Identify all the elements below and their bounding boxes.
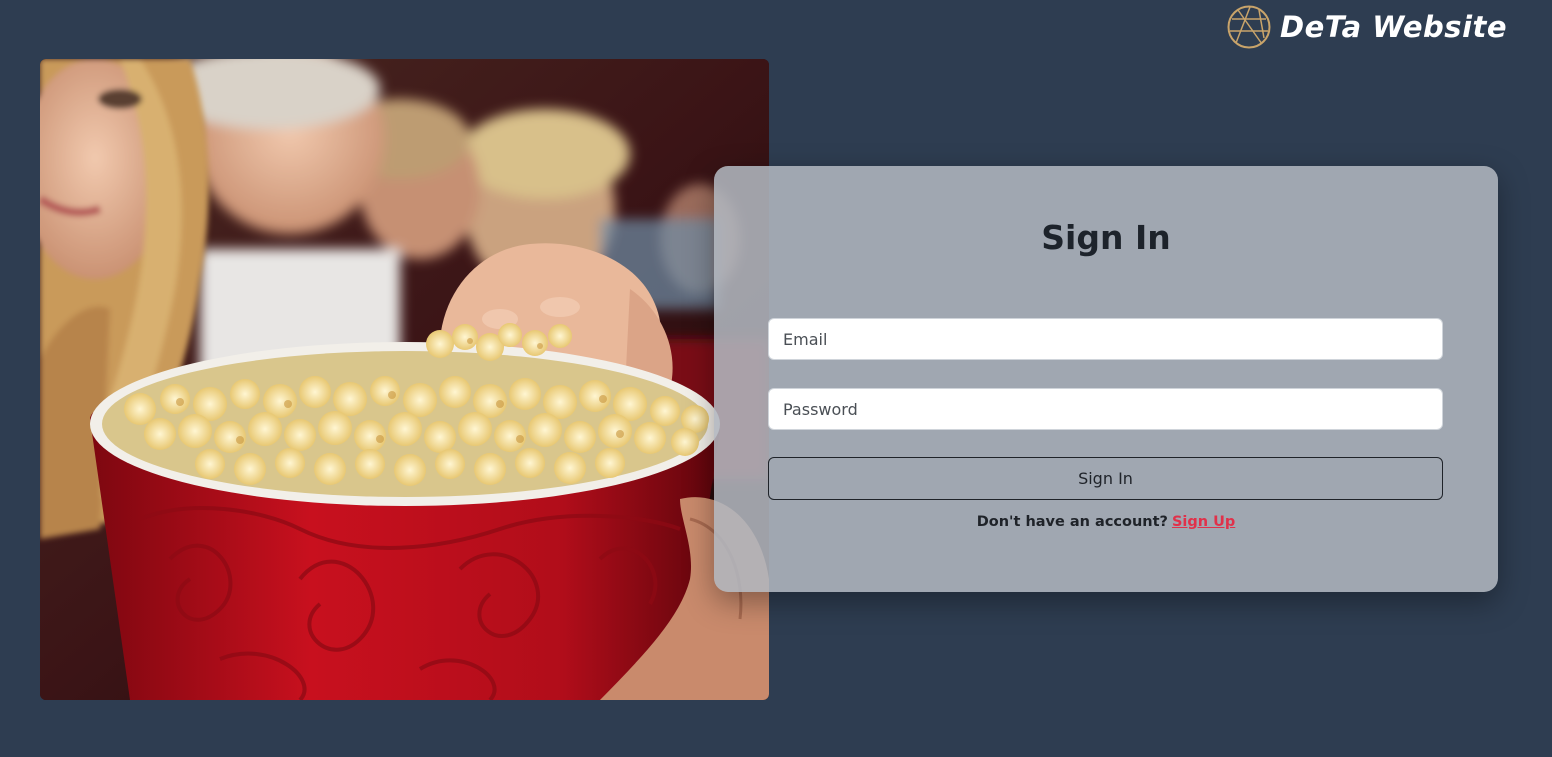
globe-icon [1226,4,1272,50]
sign-in-page: DeTa Website Sign In Email Sign In Don't… [0,0,1552,757]
signup-prompt: Don't have an account? Sign Up [714,514,1498,530]
brand-name: DeTa Website [1280,10,1508,44]
page-title: Sign In [1041,218,1171,257]
brand-logo[interactable]: DeTa Website [1226,4,1507,50]
signup-prompt-text: Don't have an account? [976,514,1168,530]
popcorn-cinema-photo [40,59,769,700]
hero-image [40,59,769,700]
sign-in-button[interactable]: Sign In [768,457,1443,500]
sign-up-link[interactable]: Sign Up [1172,514,1235,530]
password-field[interactable] [768,388,1443,430]
email-field[interactable] [768,318,1443,360]
sign-in-card: Sign In Sign In Don't have an account?Si… [714,166,1498,592]
